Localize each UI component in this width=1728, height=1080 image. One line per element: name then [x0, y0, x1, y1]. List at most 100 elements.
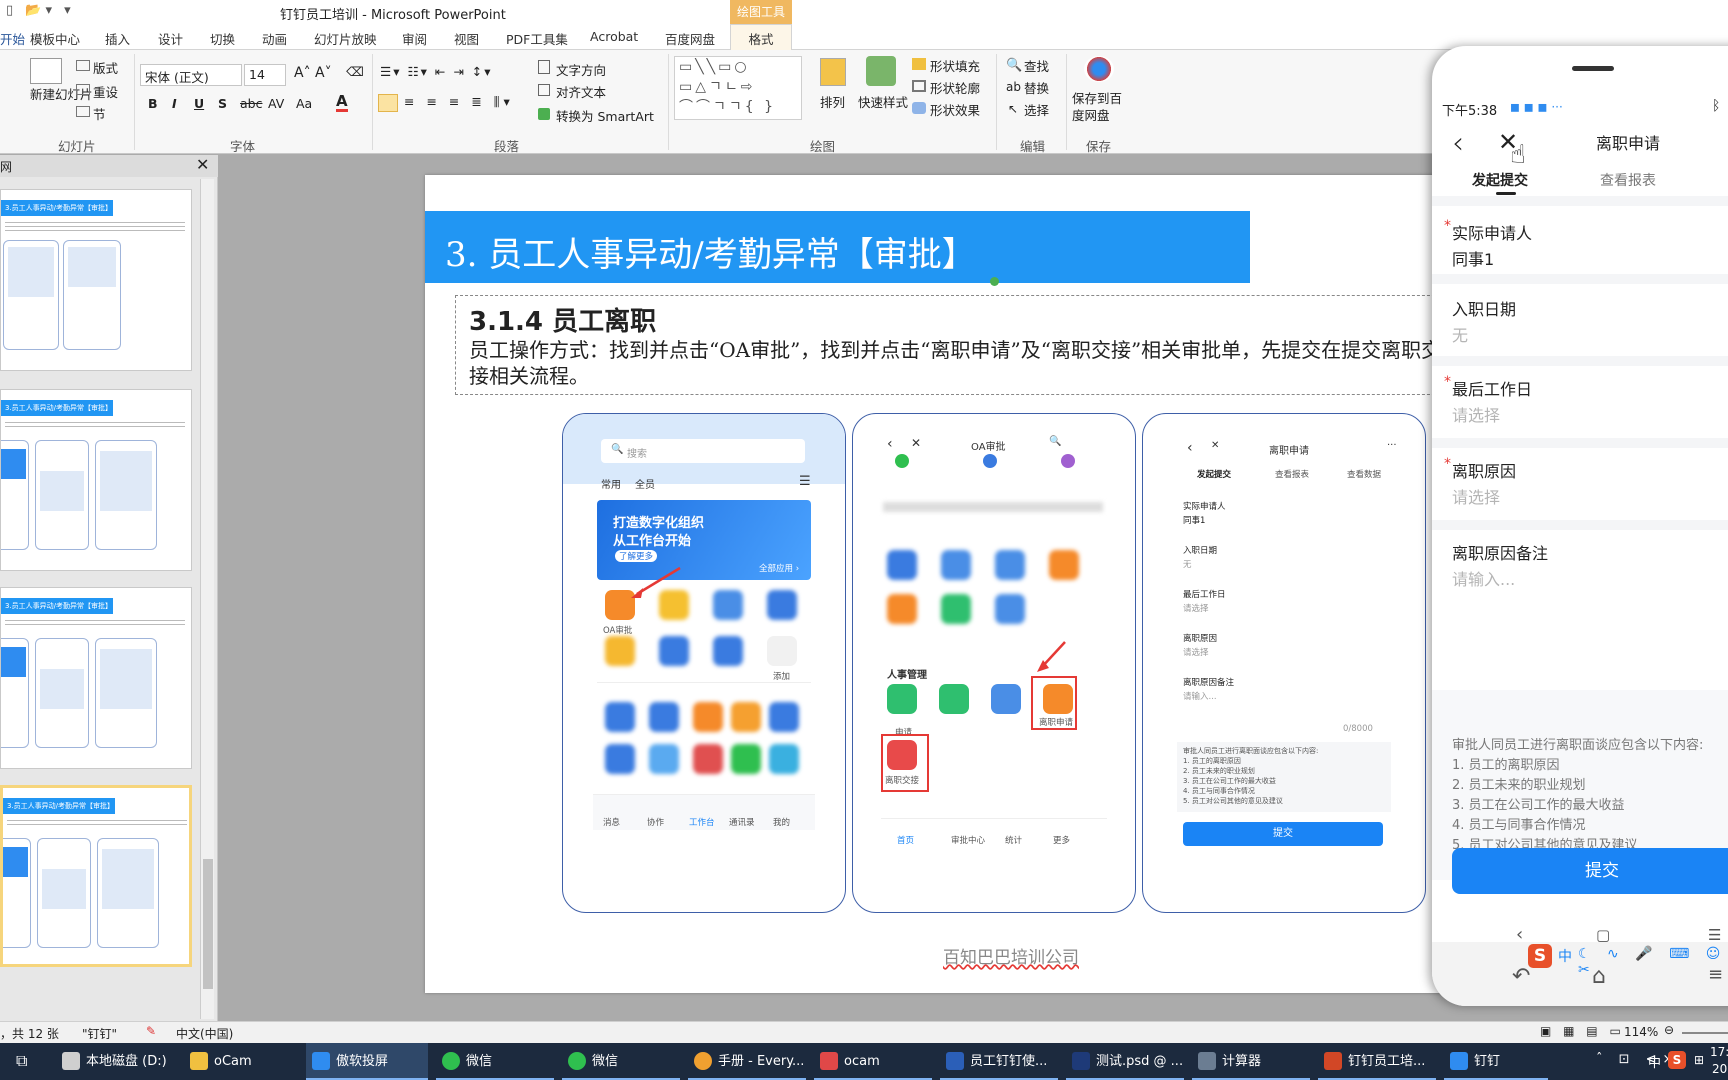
arrange-button[interactable]: 排列: [820, 92, 845, 111]
taskbar-item[interactable]: 钉钉: [1444, 1043, 1548, 1080]
tray-action-icon[interactable]: ⊞: [1694, 1053, 1704, 1067]
tab-home[interactable]: 开始: [0, 29, 25, 48]
shape-effects-button[interactable]: 形状效果: [930, 100, 980, 119]
slide-thumbnail[interactable]: 3.员工人事异动/考勤异常【审批】: [0, 587, 192, 769]
font-color-button[interactable]: A: [336, 94, 348, 112]
tray-lang[interactable]: 中: [1648, 1052, 1661, 1071]
quick-styles-button[interactable]: 快速样式: [858, 92, 908, 111]
italic-button[interactable]: I: [172, 96, 177, 111]
taskbar-item[interactable]: 计算器: [1192, 1043, 1310, 1080]
find-button[interactable]: 查找: [1024, 56, 1049, 75]
view-buttons[interactable]: ▣ ▦ ▤ ▭: [1540, 1024, 1625, 1038]
underline-button[interactable]: U: [194, 96, 204, 111]
field-applicant[interactable]: * 实际申请人 同事1: [1432, 206, 1728, 274]
shape-outline-button[interactable]: 形状轮廓: [930, 78, 980, 97]
list-buttons[interactable]: ☰▾ ☷▾ ⇤ ⇥ ↕▾: [380, 64, 493, 79]
scrollbar-thumb[interactable]: [203, 859, 213, 989]
layout-button[interactable]: 版式: [93, 58, 118, 77]
tab-pdf-tools[interactable]: PDF工具集: [506, 29, 568, 48]
tray-icons[interactable]: ˆ ⊡ ⊲×: [1596, 1052, 1679, 1067]
close-icon[interactable]: ✕: [196, 155, 209, 174]
panel-tab-outline[interactable]: 网: [0, 158, 12, 175]
change-case-button[interactable]: Aa: [296, 96, 312, 111]
strikethrough-button[interactable]: abc: [240, 96, 262, 111]
field-resign-reason[interactable]: * 离职原因 请选择: [1432, 448, 1728, 520]
shapes-gallery[interactable]: ▭╲╲▭○ ▭△ㄱㄴ⇨ ⌒⌒ㄱㄱ{ }: [674, 56, 802, 120]
section-button[interactable]: 节: [93, 104, 106, 123]
tab-view[interactable]: 视图: [454, 29, 479, 48]
tab-animations[interactable]: 动画: [262, 29, 287, 48]
thumbnail-scrollbar[interactable]: [200, 179, 214, 1019]
back-icon[interactable]: ‹: [1452, 126, 1464, 161]
tab-insert[interactable]: 插入: [105, 29, 130, 48]
taskbar-item[interactable]: 钉钉员工培...: [1318, 1043, 1436, 1080]
tab-transitions[interactable]: 切换: [210, 29, 235, 48]
swipe-menu-icon[interactable]: ≡: [1708, 964, 1723, 985]
taskbar-item[interactable]: 测试.psd @ ...: [1066, 1043, 1184, 1080]
zoom-slider[interactable]: [1682, 1032, 1728, 1034]
shape-fill-button[interactable]: 形状填充: [930, 56, 980, 75]
taskbar-item[interactable]: ocam: [814, 1043, 932, 1080]
taskbar-item[interactable]: 手册 - Every...: [688, 1043, 806, 1080]
tab-slideshow[interactable]: 幻灯片放映: [314, 29, 377, 48]
taskbar-item-active[interactable]: 傲软投屏: [306, 1043, 428, 1080]
sogou-ime-icon[interactable]: S: [1528, 944, 1552, 968]
taskbar-item[interactable]: 本地磁盘 (D:): [56, 1043, 167, 1080]
select-button[interactable]: 选择: [1024, 100, 1049, 119]
field-hire-date[interactable]: 入职日期 无: [1432, 284, 1728, 356]
tab-acrobat[interactable]: Acrobat: [590, 29, 638, 44]
spellcheck-icon[interactable]: ✎: [146, 1024, 156, 1038]
tab-report[interactable]: 查看报表: [1600, 170, 1656, 190]
sogou-tray-icon[interactable]: S: [1668, 1051, 1686, 1069]
task-view-icon[interactable]: ⧉: [16, 1051, 27, 1071]
tab-review[interactable]: 审阅: [402, 29, 427, 48]
new-slide-button[interactable]: 新建幻灯片: [30, 86, 93, 103]
language[interactable]: 中文(中国): [176, 1025, 233, 1042]
zoom-level[interactable]: 114%: [1624, 1025, 1658, 1039]
taskbar-item[interactable]: oCam: [184, 1043, 252, 1080]
slide-thumbnail[interactable]: 3.员工人事异动/考勤异常【审批】: [0, 389, 192, 571]
swipe-back-icon[interactable]: ↶: [1512, 964, 1530, 989]
submit-button[interactable]: 提交: [1452, 848, 1728, 894]
section-heading[interactable]: 3.1.4 员工离职: [469, 301, 656, 338]
clear-format-icon[interactable]: ⌫: [346, 64, 364, 79]
char-spacing-button[interactable]: AV: [268, 96, 284, 111]
font-size-select[interactable]: 14: [244, 64, 286, 86]
reset-button[interactable]: 重设: [93, 82, 118, 101]
section-body[interactable]: 员工操作方式：找到并点击“OA审批”，找到并点击“离职申请”及“离职交接”相关审…: [469, 337, 1449, 389]
zoom-out-icon[interactable]: ⊖: [1664, 1023, 1674, 1037]
clock-time[interactable]: 17:3: [1710, 1045, 1728, 1059]
align-left-icon[interactable]: [378, 94, 398, 112]
tab-template-center[interactable]: 模板中心: [30, 29, 80, 48]
field-last-work-day[interactable]: * 最后工作日 请选择: [1432, 366, 1728, 438]
taskbar-item[interactable]: 员工钉钉使...: [940, 1043, 1058, 1080]
taskbar-item[interactable]: 微信: [562, 1043, 680, 1080]
align-buttons[interactable]: ≡ ≡ ≡ ≣ ⫼▾: [404, 94, 514, 110]
text-direction-button[interactable]: 文字方向: [556, 60, 606, 79]
bold-button[interactable]: B: [148, 96, 158, 111]
ime-lang[interactable]: 中: [1558, 946, 1572, 966]
field-resign-notes[interactable]: 离职原因备注 请输入...: [1432, 530, 1728, 690]
taskbar-item[interactable]: 微信: [436, 1043, 554, 1080]
clock-date[interactable]: 20: [1712, 1062, 1727, 1076]
swipe-home-icon[interactable]: ⌂: [1592, 964, 1606, 989]
tab-baidu-pan[interactable]: 百度网盘: [665, 29, 715, 48]
shadow-button[interactable]: S: [218, 96, 227, 111]
slide-thumbnail-selected[interactable]: 3.员工人事异动/考勤异常【审批】: [0, 785, 192, 967]
font-name-select[interactable]: 宋体 (正文): [140, 64, 242, 86]
slide-canvas[interactable]: 3. 员工人事异动/考勤异常【审批】 3.1.4 员工离职 员工操作方式：找到并…: [425, 175, 1455, 993]
slide-title[interactable]: 3. 员工人事异动/考勤异常【审批】: [445, 227, 976, 276]
quick-access-toolbar[interactable]: ▯ 📂▾ ▾: [6, 3, 75, 18]
tab-format[interactable]: 格式: [730, 24, 792, 51]
grow-font-button[interactable]: A˄ A˅: [294, 65, 332, 81]
align-text-button[interactable]: 对齐文本: [556, 82, 606, 101]
slide-footer[interactable]: 百知巴巴培训公司: [943, 943, 1079, 968]
fill-icon: [912, 58, 926, 70]
tab-design[interactable]: 设计: [158, 29, 183, 48]
smartart-button[interactable]: 转换为 SmartArt: [556, 106, 654, 125]
slide-thumbnail[interactable]: 3.员工人事异动/考勤异常【审批】: [0, 189, 192, 371]
replace-button[interactable]: 替换: [1024, 78, 1049, 97]
save-to-baidu-button[interactable]: 保存到百度网盘: [1072, 90, 1126, 124]
tab-submit[interactable]: 发起提交: [1472, 170, 1528, 190]
rotate-handle[interactable]: [990, 277, 999, 286]
